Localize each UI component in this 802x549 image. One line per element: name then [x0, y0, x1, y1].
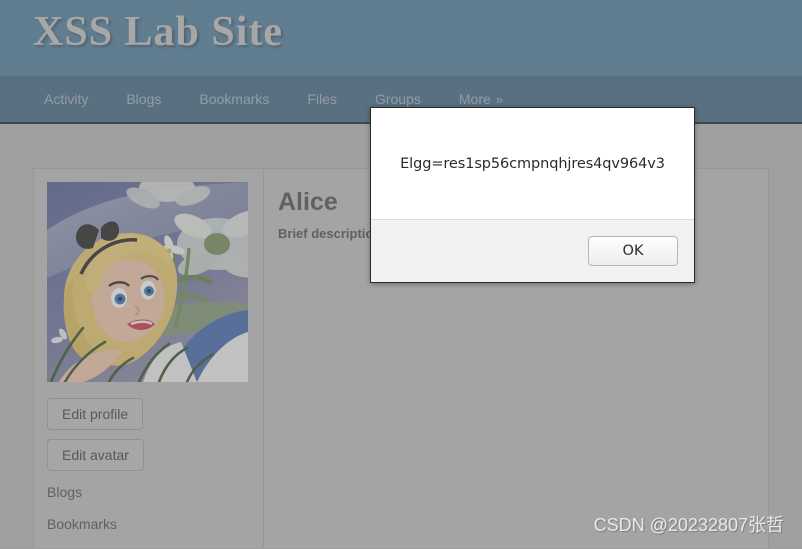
- sidebar-item-blogs[interactable]: Blogs: [47, 484, 263, 500]
- profile-sidebar-links: Blogs Bookmarks: [47, 484, 263, 532]
- nav-item-blogs[interactable]: Blogs: [126, 91, 161, 107]
- nav-item-files[interactable]: Files: [307, 91, 337, 107]
- nav-label-more: More: [458, 91, 491, 107]
- avatar-image: [47, 182, 248, 382]
- avatar[interactable]: [47, 182, 248, 382]
- alert-message: Elgg=res1sp56cmpnqhjres4qv964v3: [400, 155, 665, 172]
- sidebar-item-bookmarks[interactable]: Bookmarks: [47, 516, 263, 532]
- nav-item-more[interactable]: More »: [459, 91, 503, 107]
- site-header: XSS Lab Site: [0, 0, 802, 76]
- nav-label-bookmarks: Bookmarks: [199, 91, 270, 107]
- profile-sidebar: Edit profile Edit avatar Blogs Bookmarks: [34, 169, 264, 548]
- alert-footer: OK: [371, 219, 694, 282]
- javascript-alert-dialog: Elgg=res1sp56cmpnqhjres4qv964v3 OK: [370, 107, 695, 283]
- nav-label-files: Files: [307, 91, 337, 107]
- alert-body: Elgg=res1sp56cmpnqhjres4qv964v3: [371, 108, 694, 219]
- nav-label-groups: Groups: [374, 91, 421, 107]
- nav-item-bookmarks[interactable]: Bookmarks: [199, 91, 269, 107]
- ok-button[interactable]: OK: [588, 236, 678, 266]
- profile-action-buttons: Edit profile Edit avatar: [47, 398, 263, 471]
- nav-label-blogs: Blogs: [126, 91, 162, 107]
- nav-label-activity: Activity: [44, 91, 89, 107]
- site-title: XSS Lab Site: [33, 9, 284, 55]
- chevron-double-right-icon: »: [495, 92, 504, 107]
- nav-item-activity[interactable]: Activity: [44, 91, 88, 107]
- edit-profile-button[interactable]: Edit profile: [47, 398, 144, 430]
- nav-item-groups[interactable]: Groups: [375, 91, 421, 107]
- edit-avatar-button[interactable]: Edit avatar: [47, 439, 144, 471]
